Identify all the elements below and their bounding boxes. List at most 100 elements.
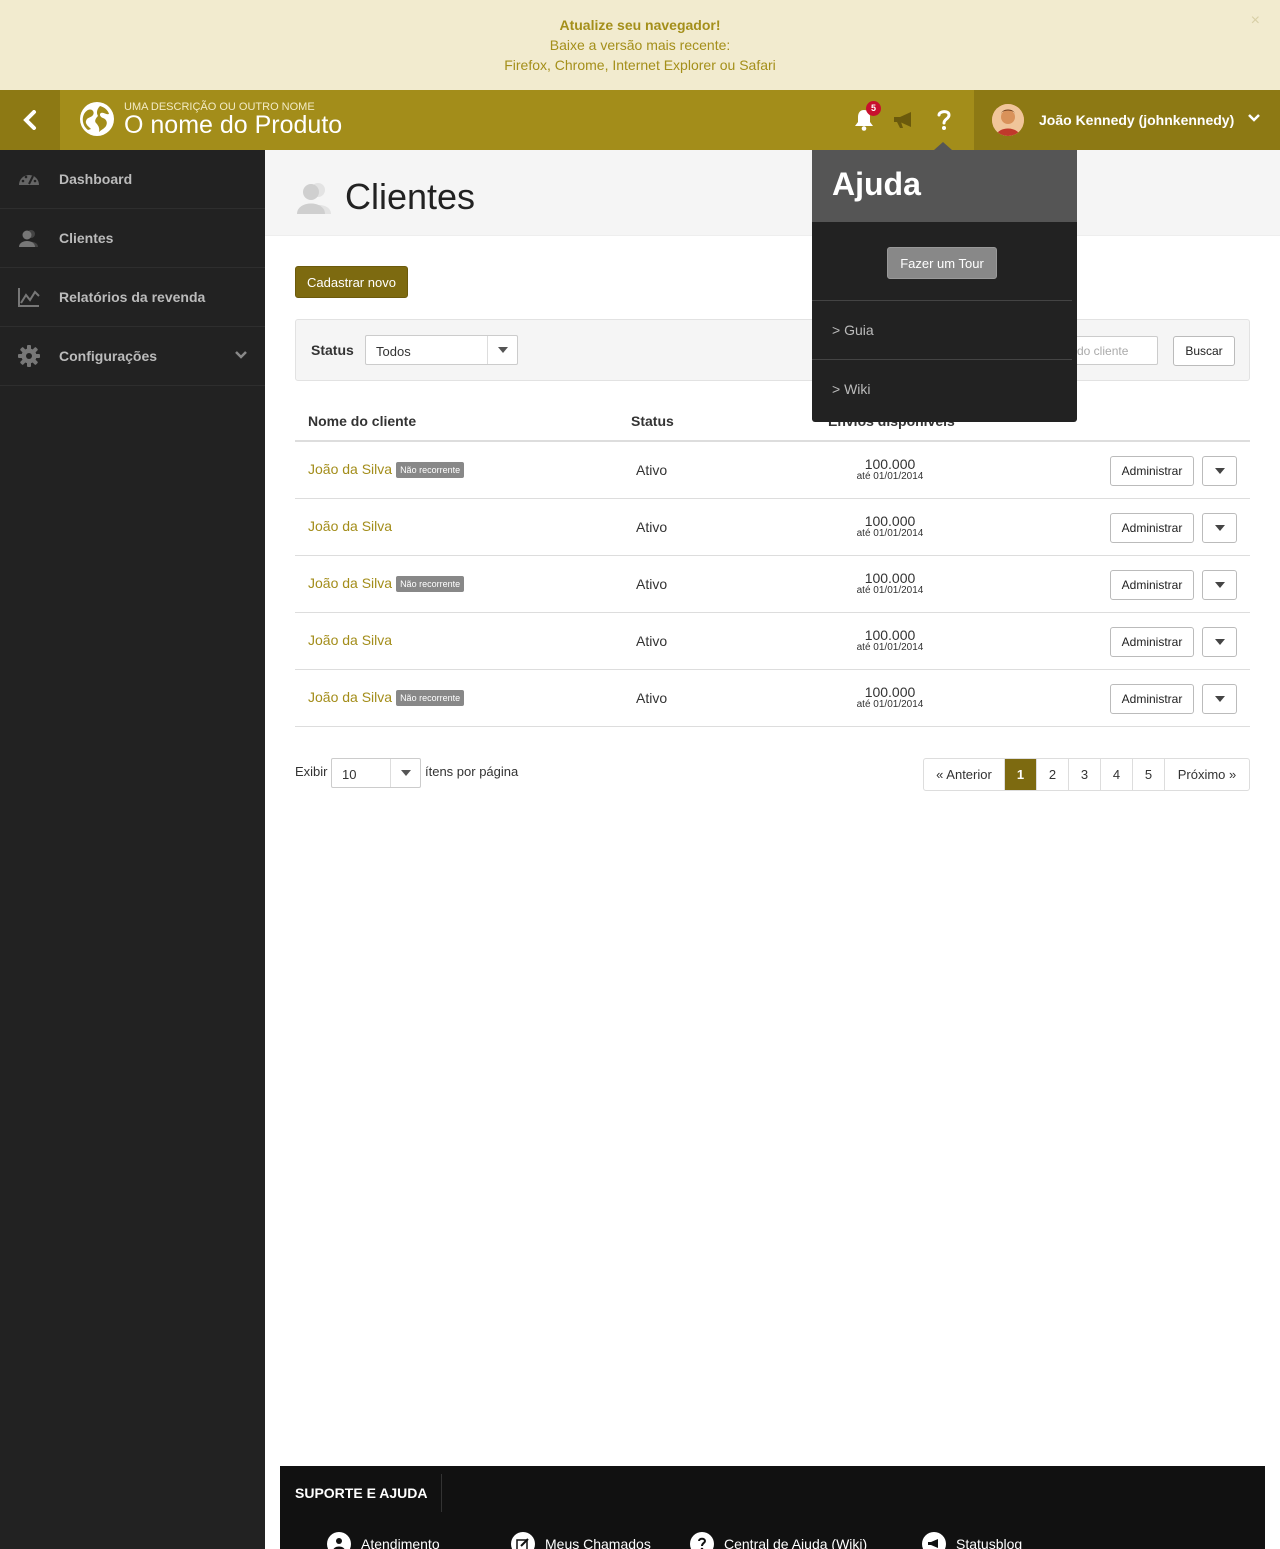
envios-date: até 01/01/2014 — [856, 471, 924, 482]
sidebar-item-dashboard[interactable]: Dashboard — [0, 150, 265, 209]
table-row: João da Silva Ativo 100.000 até 01/01/2014 A… — [295, 499, 1250, 556]
sidebar-toggle-button[interactable] — [0, 90, 60, 150]
client-name[interactable]: João da Silva — [308, 461, 392, 477]
divider — [441, 1474, 442, 1512]
column-header-name[interactable]: Nome do cliente — [308, 413, 416, 429]
client-name-link[interactable]: João da Silva — [308, 632, 392, 648]
client-name-link[interactable]: João da Silva Não recorrente — [308, 575, 465, 592]
envios-value: 100.000 — [864, 684, 916, 700]
footer-link-atendimento[interactable]: Atendimento — [327, 1532, 440, 1549]
pagination-page[interactable]: 5 — [1133, 759, 1165, 790]
table-row: João da Silva Não recorrente Ativo 100.000 a… — [295, 556, 1250, 613]
chevron-down-icon — [235, 351, 247, 359]
search-button[interactable]: Buscar — [1173, 336, 1235, 366]
notifications-button[interactable]: 5 — [850, 101, 881, 134]
footer-link-label: Statusblog — [956, 1536, 1023, 1549]
alert-subtitle: Baixe a versão mais recente: — [549, 37, 731, 53]
question-icon — [937, 110, 951, 130]
row-actions-dropdown[interactable] — [1202, 684, 1237, 714]
filter-bar: Status Todos do cliente Buscar — [295, 319, 1250, 381]
administrar-button[interactable]: Administrar — [1110, 570, 1194, 600]
envios-date: até 01/01/2014 — [856, 585, 924, 596]
add-client-button[interactable]: Cadastrar novo — [295, 266, 408, 298]
divider — [812, 300, 1072, 301]
search-input[interactable]: do cliente — [1066, 336, 1158, 365]
brand[interactable]: UMA DESCRIÇÃO OU OUTRO NOME O nome do Pr… — [78, 100, 342, 138]
administrar-button[interactable]: Administrar — [1110, 684, 1194, 714]
chevron-left-icon — [23, 110, 36, 130]
administrar-button[interactable]: Administrar — [1110, 456, 1194, 486]
client-name-link[interactable]: João da Silva Não recorrente — [308, 689, 465, 706]
envios-value: 100.000 — [864, 570, 916, 586]
pagination-page[interactable]: 2 — [1037, 759, 1069, 790]
user-icon — [327, 1532, 351, 1549]
sidebar-item-clientes[interactable]: Clientes — [0, 209, 265, 268]
pagination-page[interactable]: 4 — [1101, 759, 1133, 790]
alert-browsers[interactable]: Firefox, Chrome, Internet Explorer ou Sa… — [0, 57, 1280, 73]
help-popover: Ajuda Fazer um Tour > Guia > Wiki — [812, 142, 1077, 422]
row-actions-dropdown[interactable] — [1202, 570, 1237, 600]
pagination-page[interactable]: 3 — [1069, 759, 1101, 790]
client-name[interactable]: João da Silva — [308, 575, 392, 591]
status-badge: Não recorrente — [396, 462, 465, 478]
envios-date: até 01/01/2014 — [856, 699, 924, 710]
table-header: Nome do cliente Status Envios disponívei… — [295, 400, 1250, 442]
clients-table: Nome do cliente Status Envios disponívei… — [295, 400, 1250, 727]
row-actions-dropdown[interactable] — [1202, 456, 1237, 486]
envios-cell: 100.000 até 01/01/2014 — [825, 457, 955, 482]
client-name[interactable]: João da Silva — [308, 632, 392, 648]
status-select[interactable]: Todos — [365, 335, 518, 365]
footer-link-statusblog[interactable]: Statusblog — [922, 1532, 1022, 1549]
caret-down-icon — [1214, 696, 1225, 702]
megaphone-icon — [894, 112, 911, 128]
caret-down-icon — [390, 759, 420, 787]
column-header-status[interactable]: Status — [631, 413, 674, 429]
status-badge: Não recorrente — [396, 690, 465, 706]
announcements-button[interactable] — [890, 106, 918, 134]
tour-button[interactable]: Fazer um Tour — [887, 247, 997, 279]
administrar-button[interactable]: Administrar — [1110, 627, 1194, 657]
caret-down-icon — [1214, 582, 1225, 588]
sidebar-item-relatorios[interactable]: Relatórios da revenda — [0, 268, 265, 327]
per-page-select[interactable]: 10 — [331, 758, 421, 788]
caret-down-icon — [1214, 639, 1225, 645]
pagination-next[interactable]: Próximo » — [1165, 759, 1249, 790]
brand-name: O nome do Produto — [124, 110, 343, 139]
row-actions-dropdown[interactable] — [1202, 513, 1237, 543]
help-button[interactable] — [930, 106, 958, 134]
megaphone-icon — [922, 1532, 946, 1549]
client-name-link[interactable]: João da Silva — [308, 518, 392, 534]
caret-down-icon — [1214, 468, 1225, 474]
user-name: João Kennedy (johnkennedy) — [1039, 112, 1235, 128]
row-actions-dropdown[interactable] — [1202, 627, 1237, 657]
per-page-value: 10 — [342, 767, 357, 782]
pagination-prev[interactable]: « Anterior — [924, 759, 1005, 790]
dashboard-icon — [18, 168, 40, 190]
support-footer: SUPORTE E AJUDA Atendimento Meus Chamado… — [280, 1466, 1265, 1549]
popover-caret — [934, 142, 952, 150]
help-link-guia[interactable]: > Guia — [832, 322, 874, 338]
caret-down-icon — [487, 336, 517, 364]
sidebar-item-configuracoes[interactable]: Configurações — [0, 327, 265, 386]
gear-icon — [18, 345, 40, 367]
client-name[interactable]: João da Silva — [308, 518, 392, 534]
footer-link-wiki[interactable]: Central de Ajuda (Wiki) — [690, 1532, 867, 1549]
client-name[interactable]: João da Silva — [308, 689, 392, 705]
envios-date: até 01/01/2014 — [856, 642, 924, 653]
pagination-page[interactable]: 1 — [1005, 759, 1037, 790]
footer-title: SUPORTE E AJUDA — [295, 1485, 428, 1501]
status-select-value: Todos — [376, 344, 411, 359]
status-badge: Não recorrente — [396, 576, 465, 592]
footer-link-chamados[interactable]: Meus Chamados — [511, 1532, 651, 1549]
avatar — [992, 104, 1024, 136]
client-status: Ativo — [636, 519, 668, 535]
edit-icon — [511, 1532, 535, 1549]
browser-update-alert: Atualize seu navegador! Baixe a versão m… — [0, 0, 1280, 90]
close-icon[interactable]: × — [1251, 12, 1260, 30]
help-link-wiki[interactable]: > Wiki — [832, 381, 871, 397]
client-name-link[interactable]: João da Silva Não recorrente — [308, 461, 465, 478]
administrar-button[interactable]: Administrar — [1110, 513, 1194, 543]
caret-down-icon — [1214, 525, 1225, 531]
divider — [812, 359, 1072, 360]
user-menu[interactable]: João Kennedy (johnkennedy) — [974, 90, 1280, 150]
